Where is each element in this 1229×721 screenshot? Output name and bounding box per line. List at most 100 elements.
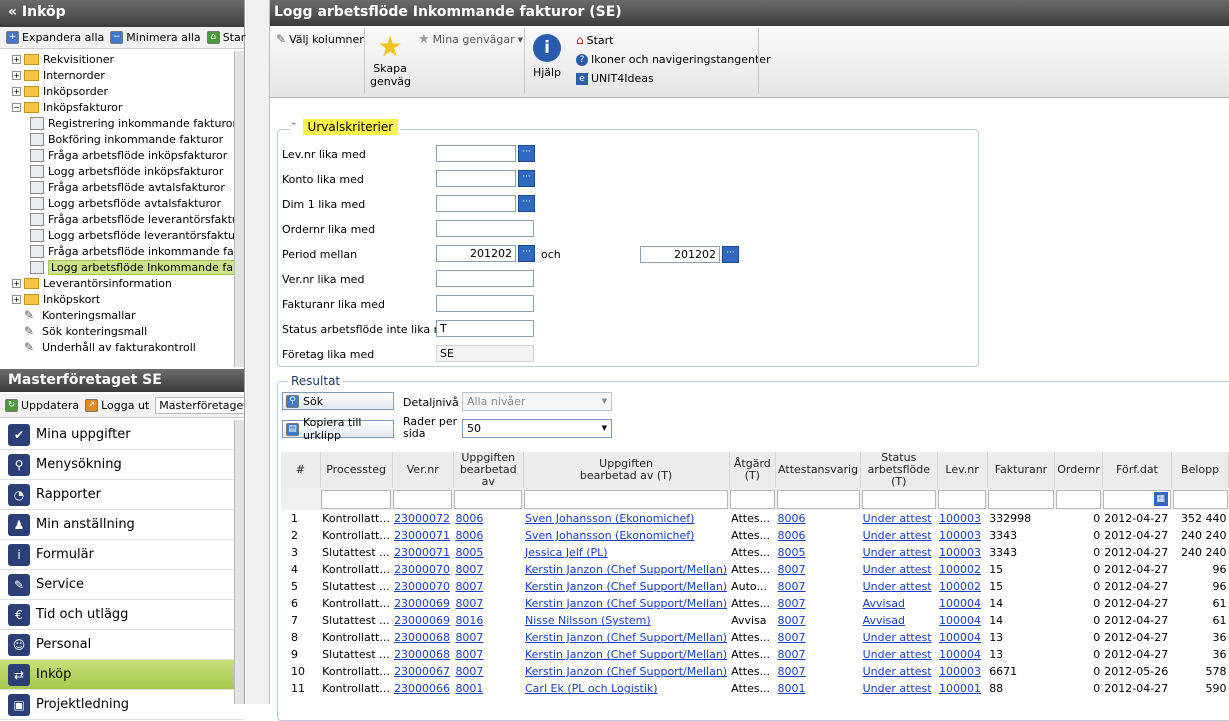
table-link[interactable]: 8007 xyxy=(778,597,806,610)
table-link[interactable]: 100002 xyxy=(939,563,981,576)
nav-item[interactable]: ✎ Service xyxy=(0,570,244,600)
table-link[interactable]: 100004 xyxy=(939,614,981,627)
tree-item[interactable]: Logg arbetsflöde avtalsfakturor xyxy=(0,195,244,211)
nav-item[interactable]: i Formulär xyxy=(0,540,244,570)
help-button[interactable]: i Hjälp xyxy=(530,34,564,79)
table-link[interactable]: Kerstin Janzon (Chef Support/Mellan) xyxy=(525,563,727,576)
table-link[interactable]: 8007 xyxy=(455,580,483,593)
table-link[interactable]: 23000068 xyxy=(394,648,450,661)
column-filter-input[interactable] xyxy=(988,489,1054,509)
table-row[interactable]: 1 Kontrollatt... 23000072 8006 Sven Johansso… xyxy=(281,510,1229,527)
nav-item[interactable]: ☺ Personal xyxy=(0,630,244,660)
column-filter-input[interactable] xyxy=(393,489,453,509)
table-link[interactable]: Under attest xyxy=(863,665,932,678)
rows-per-page-select[interactable]: 50 ▼ xyxy=(462,419,612,438)
column-header[interactable]: Uppgiften bearbetad av xyxy=(453,452,524,488)
tree-item[interactable]: Fråga arbetsflöde inköpsfakturor xyxy=(0,147,244,163)
table-link[interactable]: 8007 xyxy=(778,614,806,627)
search-button[interactable]: ⚲ Sök xyxy=(282,392,394,410)
refresh-button[interactable]: ↻ Uppdatera xyxy=(5,399,79,412)
table-link[interactable]: 100003 xyxy=(939,665,981,678)
table-link[interactable]: Kerstin Janzon (Chef Support/Mellan) xyxy=(525,631,727,644)
tree-item[interactable]: + Inköpsorder xyxy=(0,83,244,99)
collapse-icon[interactable]: − xyxy=(12,102,21,112)
lookup-button[interactable]: ··· xyxy=(518,245,535,262)
table-link[interactable]: 23000071 xyxy=(394,529,450,542)
table-link[interactable]: 8005 xyxy=(455,546,483,559)
table-link[interactable]: 23000069 xyxy=(394,597,450,610)
table-link[interactable]: 8001 xyxy=(455,682,483,695)
criteria-input[interactable] xyxy=(436,145,516,162)
table-link[interactable]: 8007 xyxy=(455,648,483,661)
table-link[interactable]: 8007 xyxy=(455,597,483,610)
calendar-icon[interactable]: ▦ xyxy=(1153,491,1168,506)
column-filter-input[interactable] xyxy=(938,489,987,509)
period-to-lookup-button[interactable]: ··· xyxy=(722,246,739,263)
choose-columns-button[interactable]: ✎ Välj kolumner xyxy=(276,32,364,46)
table-link[interactable]: Carl Ek (PL och Logistik) xyxy=(525,682,658,695)
table-row[interactable]: 7 Slutattest ... 23000069 8016 Nisse Nilsson… xyxy=(281,612,1229,629)
tree-item[interactable]: Fråga arbetsflöde leverantörsfakturor xyxy=(0,211,244,227)
table-link[interactable]: Under attest xyxy=(863,682,932,695)
nav-item[interactable]: € Tid och utlägg xyxy=(0,600,244,630)
tree-item[interactable]: + Rekvisitioner xyxy=(0,51,244,67)
nav-item[interactable]: ⇄ Inköp xyxy=(0,660,244,690)
criteria-input[interactable] xyxy=(436,220,534,237)
table-row[interactable]: 2 Kontrollatt... 23000071 8006 Sven Johansso… xyxy=(281,527,1229,544)
table-link[interactable]: 8006 xyxy=(455,529,483,542)
table-row[interactable]: 11 Kontrollatt... 23000066 8001 Carl Ek (PL … xyxy=(281,680,1229,697)
column-header[interactable]: Belopp xyxy=(1171,452,1229,488)
criteria-header[interactable]: ⌃ Urvalskriterier xyxy=(290,119,401,135)
my-shortcuts-menu[interactable]: ★ Mina genvägar ▼ xyxy=(418,32,523,47)
tree-item[interactable]: ✎ Konteringsmallar xyxy=(0,307,244,323)
tree-item[interactable]: Logg arbetsflöde leverantörsfakturor xyxy=(0,227,244,243)
expand-icon[interactable]: + xyxy=(12,70,21,80)
table-link[interactable]: 8007 xyxy=(778,580,806,593)
tree-item[interactable]: ✎ Sök konteringsmall xyxy=(0,323,244,339)
table-link[interactable]: 8001 xyxy=(778,682,806,695)
criteria-input[interactable]: 201202 xyxy=(436,245,516,262)
table-link[interactable]: 100003 xyxy=(939,512,981,525)
table-link[interactable]: 23000069 xyxy=(394,614,450,627)
table-link[interactable]: 8007 xyxy=(455,665,483,678)
tree-scrollbar[interactable] xyxy=(234,51,244,367)
expand-icon[interactable]: + xyxy=(12,278,21,288)
expand-icon[interactable]: + xyxy=(12,294,21,304)
table-link[interactable]: 100004 xyxy=(939,597,981,610)
table-link[interactable]: Nisse Nilsson (System) xyxy=(525,614,651,627)
lookup-button[interactable]: ··· xyxy=(518,195,535,212)
table-link[interactable]: Kerstin Janzon (Chef Support/Mellan) xyxy=(525,580,727,593)
column-filter-input[interactable] xyxy=(1055,489,1102,509)
tree-item[interactable]: + Internorder xyxy=(0,67,244,83)
table-link[interactable]: 8007 xyxy=(778,648,806,661)
column-filter-input[interactable] xyxy=(861,489,937,509)
table-link[interactable]: 8007 xyxy=(455,563,483,576)
table-row[interactable]: 9 Slutattest ... 23000068 8007 Kerstin Janzo… xyxy=(281,646,1229,663)
table-link[interactable]: 100004 xyxy=(939,631,981,644)
copy-to-clipboard-button[interactable]: ▤ Kopiera till urklipp xyxy=(282,416,394,442)
table-link[interactable]: 8007 xyxy=(455,631,483,644)
lookup-button[interactable]: ··· xyxy=(518,145,535,162)
table-link[interactable]: 100003 xyxy=(939,529,981,542)
tree-item[interactable]: Logg arbetsflöde Inkommande fakturor xyxy=(0,259,244,275)
column-header[interactable]: Åtgärd (T) xyxy=(729,452,777,488)
table-link[interactable]: Under attest xyxy=(863,648,932,661)
criteria-input[interactable]: T xyxy=(436,320,534,337)
column-header[interactable]: Processteg xyxy=(320,452,393,488)
table-link[interactable]: 23000071 xyxy=(394,546,450,559)
table-link[interactable]: 8006 xyxy=(778,529,806,542)
column-header[interactable]: Lev.nr xyxy=(937,452,988,488)
column-header[interactable]: Förf.dat xyxy=(1102,452,1173,488)
logout-button[interactable]: ↗ Logga ut xyxy=(85,399,149,412)
column-header[interactable]: Ordernr xyxy=(1054,452,1103,488)
tree-item[interactable]: ✎ Underhåll av fakturakontroll xyxy=(0,339,244,355)
nav-item[interactable]: ✔ Mina uppgifter xyxy=(0,420,244,450)
table-link[interactable]: 100003 xyxy=(939,546,981,559)
collapse-all-button[interactable]: − Minimera alla xyxy=(110,31,201,44)
criteria-input[interactable] xyxy=(436,295,534,312)
table-link[interactable]: Jessica Jelf (PL) xyxy=(525,546,608,559)
column-filter-input[interactable] xyxy=(321,489,392,509)
tree-item[interactable]: Fråga arbetsflöde avtalsfakturor xyxy=(0,179,244,195)
table-link[interactable]: 100001 xyxy=(939,682,981,695)
table-link[interactable]: Under attest xyxy=(863,631,932,644)
